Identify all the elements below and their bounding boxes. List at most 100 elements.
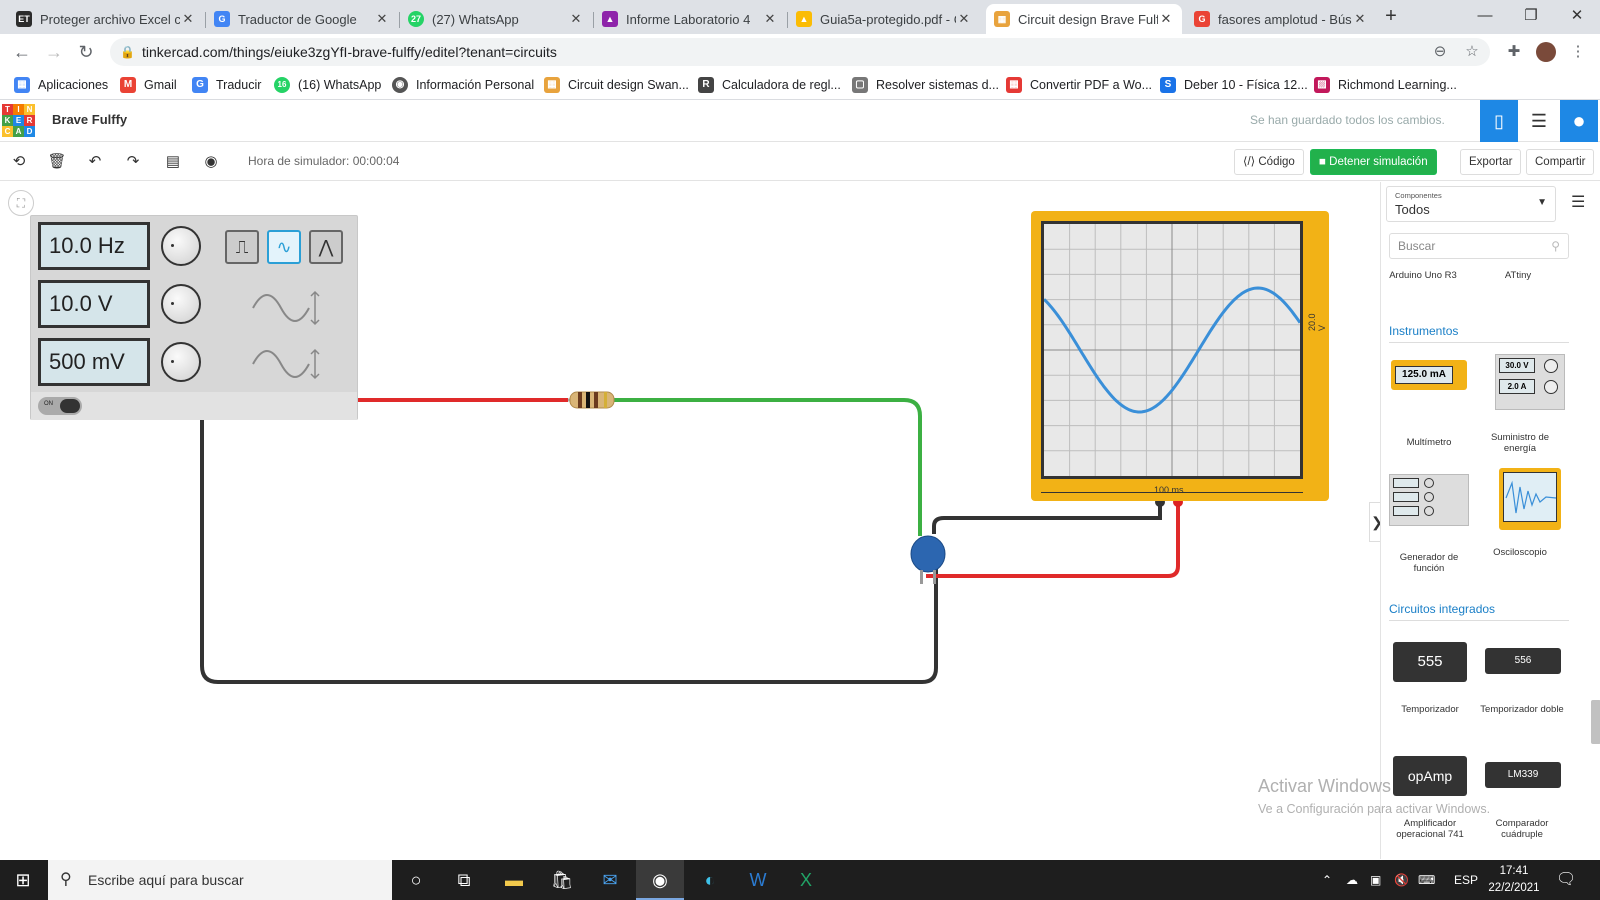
url-field[interactable]: 🔒 tinkercad.com/things/eiuke3zgYfI-brave… <box>110 38 1490 66</box>
chrome-icon[interactable]: ◉ <box>636 860 684 900</box>
task-view-icon[interactable]: ⧉ <box>440 860 488 900</box>
bookmark-item[interactable]: ▦ Aplicaciones <box>14 75 108 95</box>
offset-knob[interactable] <box>161 342 201 382</box>
input-language[interactable]: ESP <box>1454 860 1478 900</box>
export-button[interactable]: Exportar <box>1460 149 1522 175</box>
frequency-knob[interactable] <box>161 226 201 266</box>
power-toggle[interactable]: ON <box>38 397 82 415</box>
list-view-icon[interactable]: ☰ <box>1571 192 1585 212</box>
close-tab-icon[interactable]: ✕ <box>762 11 778 27</box>
ic-555-thumbnail[interactable]: 555 <box>1393 642 1467 682</box>
stop-simulation-button[interactable]: ■ Detener simulación <box>1310 149 1437 175</box>
component-label[interactable]: Comparador cuádruple <box>1477 818 1567 840</box>
onedrive-icon[interactable]: ☁ <box>1346 860 1358 900</box>
notes-icon[interactable]: ▤ <box>162 151 184 173</box>
function-generator[interactable]: 10.0 Hz 10.0 V 500 mV ⎍ ∿ ⋀ ON <box>30 215 358 420</box>
browser-tab[interactable]: G fasores amplotud - Búsq ✕ <box>1186 4 1376 34</box>
multimeter-thumbnail[interactable]: 125.0 mA <box>1391 360 1467 390</box>
ic-556-thumbnail[interactable]: 556 <box>1485 648 1561 674</box>
browser-tab[interactable]: 27 (27) WhatsApp ✕ <box>400 4 592 34</box>
menu-kebab-icon[interactable]: ⋮ <box>1566 40 1590 64</box>
oscilloscope-thumbnail[interactable] <box>1499 468 1561 530</box>
sidebar-scroll-thumb[interactable] <box>1591 700 1600 744</box>
taskbar-clock[interactable]: 17:41 22/2/2021 <box>1484 863 1544 897</box>
volume-muted-icon[interactable]: 🔇 <box>1394 860 1409 900</box>
component-search-input[interactable]: Buscar ⚲ <box>1389 233 1569 259</box>
redo-icon[interactable]: ↷ <box>122 151 144 173</box>
undo-icon[interactable]: ↶ <box>84 151 106 173</box>
component-label[interactable]: Osciloscopio <box>1475 547 1565 558</box>
component-label[interactable]: Suministro de energía <box>1475 432 1565 454</box>
sidebar-scrollbar[interactable] <box>1590 280 1600 850</box>
close-tab-icon[interactable]: ✕ <box>1158 11 1174 27</box>
component-label[interactable]: Arduino Uno R3 <box>1378 270 1468 281</box>
store-icon[interactable]: 🛍 <box>538 860 586 900</box>
close-tab-icon[interactable]: ✕ <box>1352 11 1368 27</box>
sine-wave-button[interactable]: ∿ <box>267 230 301 264</box>
edge-icon[interactable]: ◐ <box>686 860 734 900</box>
mail-icon[interactable]: ✉ <box>586 860 634 900</box>
power-supply-thumbnail[interactable]: 30.0 V 2.0 A <box>1495 354 1565 410</box>
word-icon[interactable]: W <box>734 860 782 900</box>
oscilloscope[interactable]: 20.0 V 100 ms <box>1031 211 1329 501</box>
function-generator-thumbnail[interactable] <box>1389 474 1469 526</box>
avatar[interactable] <box>1534 40 1558 64</box>
components-dropdown[interactable]: Componentes Todos ▼ <box>1386 186 1556 222</box>
bookmark-item[interactable]: 16 (16) WhatsApp <box>274 75 381 95</box>
component-list-button[interactable]: ☰ <box>1520 100 1558 142</box>
ic-lm339-thumbnail[interactable]: LM339 <box>1485 762 1561 788</box>
bookmark-item[interactable]: ▢ Resolver sistemas d... <box>852 75 999 95</box>
browser-tab[interactable]: ET Proteger archivo Excel co ✕ <box>8 4 204 34</box>
bookmark-item[interactable]: ▦ Convertir PDF a Wo... <box>1006 75 1152 95</box>
bookmark-item[interactable]: ◉ Información Personal <box>392 75 534 95</box>
minimize-button[interactable]: — <box>1462 0 1508 34</box>
file-explorer-icon[interactable]: ▬ <box>490 860 538 900</box>
component-label[interactable]: Generador de función <box>1384 552 1474 574</box>
code-button[interactable]: ⟨/⟩ Código <box>1234 149 1304 175</box>
browser-tab-active[interactable]: ▦ Circuit design Brave Fulff ✕ <box>986 4 1182 34</box>
back-arrow-icon[interactable]: ← <box>10 40 34 64</box>
circuit-view-button[interactable]: ▯ <box>1480 100 1518 142</box>
delete-icon[interactable]: 🗑 <box>46 151 68 173</box>
visibility-eye-icon[interactable]: ◉ <box>200 151 222 173</box>
browser-tab[interactable]: G Traductor de Google ✕ <box>206 4 398 34</box>
close-window-button[interactable]: ✕ <box>1554 0 1600 34</box>
amplitude-knob[interactable] <box>161 284 201 324</box>
triangle-wave-button[interactable]: ⋀ <box>309 230 343 264</box>
windows-start-icon[interactable]: ⊞ <box>0 860 46 900</box>
cortana-icon[interactable]: ○ <box>392 860 440 900</box>
forward-arrow-icon[interactable]: → <box>42 40 66 64</box>
bookmark-item[interactable]: M Gmail <box>120 75 177 95</box>
user-avatar[interactable]: ● <box>1560 100 1598 142</box>
component-label[interactable]: Temporizador <box>1385 704 1475 715</box>
extensions-icon[interactable]: ✚ <box>1502 40 1526 64</box>
bookmark-item[interactable]: R Calculadora de regl... <box>698 75 841 95</box>
resistor[interactable] <box>568 391 615 409</box>
bookmark-item[interactable]: ▨ Richmond Learning... <box>1314 75 1457 95</box>
close-tab-icon[interactable]: ✕ <box>568 11 584 27</box>
bookmark-item[interactable]: ▦ Circuit design Swan... <box>544 75 689 95</box>
zoom-icon[interactable]: ⊖ <box>1428 40 1452 64</box>
component-label[interactable]: ATtiny <box>1473 270 1563 281</box>
network-icon[interactable]: ▣ <box>1370 860 1381 900</box>
new-tab-button[interactable]: + <box>1376 0 1406 34</box>
notifications-icon[interactable]: 🗨 <box>1556 860 1576 900</box>
keyboard-icon[interactable]: ⌨ <box>1418 860 1435 900</box>
ic-opamp-thumbnail[interactable]: opAmp <box>1393 756 1467 796</box>
circuit-canvas[interactable]: ⛶ 10.0 Hz 10.0 V 500 mV ⎍ ∿ ⋀ ON 20.0 V … <box>0 182 1380 859</box>
bookmark-item[interactable]: G Traducir <box>192 75 261 95</box>
bookmark-star-icon[interactable]: ☆ <box>1460 40 1484 64</box>
maximize-button[interactable]: ❐ <box>1508 0 1554 34</box>
bookmark-item[interactable]: S Deber 10 - Física 12... <box>1160 75 1308 95</box>
tray-chevron-up-icon[interactable]: ⌃ <box>1322 860 1332 900</box>
browser-tab[interactable]: ▲ Guia5a-protegido.pdf - G ✕ <box>788 4 980 34</box>
reload-icon[interactable]: ↻ <box>74 40 98 64</box>
taskbar-search-input[interactable]: ⚲ Escribe aquí para buscar <box>48 860 392 900</box>
browser-tab[interactable]: ▲ Informe Laboratorio 4 ✕ <box>594 4 786 34</box>
design-title[interactable]: Brave Fulffy <box>52 112 127 127</box>
close-tab-icon[interactable]: ✕ <box>956 11 972 27</box>
component-label[interactable]: Multímetro <box>1384 437 1474 448</box>
component-label[interactable]: Amplificador operacional 741 <box>1385 818 1475 840</box>
tinkercad-logo[interactable]: T I N K E R C A D <box>2 104 36 138</box>
close-tab-icon[interactable]: ✕ <box>374 11 390 27</box>
